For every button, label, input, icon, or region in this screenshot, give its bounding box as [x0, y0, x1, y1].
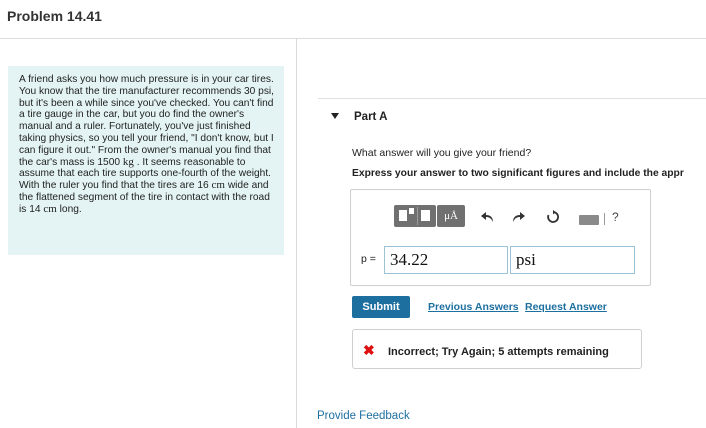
unit-cm-width: cm [211, 179, 225, 192]
template-box-icon [421, 210, 430, 221]
problem-statement: A friend asks you how much pressure is i… [8, 66, 284, 255]
request-answer-link[interactable]: Request Answer [525, 301, 607, 313]
problem-text-1: A friend asks you how much pressure is i… [19, 74, 275, 168]
templates-button[interactable] [394, 205, 436, 227]
header-divider [0, 38, 706, 39]
variable-label: p = [361, 253, 376, 265]
reset-icon [547, 210, 559, 223]
problem-text-4: long. [56, 203, 82, 215]
previous-answers-link[interactable]: Previous Answers [428, 301, 519, 313]
question-text: What answer will you give your friend? [352, 147, 532, 159]
help-button[interactable]: ? [612, 210, 619, 224]
answer-value-input[interactable]: 34.22 [384, 246, 508, 274]
template-superscript-icon [409, 208, 414, 214]
provide-feedback-link[interactable]: Provide Feedback [317, 410, 410, 422]
unit-cm-length: cm [43, 202, 57, 215]
page-title: Problem 14.41 [7, 8, 102, 24]
column-divider [296, 39, 297, 428]
undo-icon [481, 212, 493, 222]
redo-button[interactable] [511, 210, 525, 224]
incorrect-icon: ✖ [363, 342, 375, 358]
redo-icon [513, 212, 525, 222]
keyboard-icon[interactable] [579, 215, 599, 225]
template-fraction-icon [399, 210, 407, 221]
submit-button[interactable]: Submit [352, 296, 410, 318]
undo-button[interactable] [481, 210, 495, 224]
template-separator [417, 207, 418, 225]
part-a-label[interactable]: Part A [354, 111, 387, 123]
instruction-text: Express your answer to two significant f… [352, 168, 684, 179]
units-button[interactable]: μÅ [437, 205, 465, 227]
answer-unit-input[interactable]: psi [510, 246, 635, 274]
reset-button[interactable] [546, 210, 560, 224]
collapse-caret-icon[interactable] [331, 113, 339, 119]
unit-kg: kg [122, 155, 134, 168]
toolbar-separator [604, 213, 605, 225]
feedback-message: Incorrect; Try Again; 5 attempts remaini… [388, 346, 609, 358]
